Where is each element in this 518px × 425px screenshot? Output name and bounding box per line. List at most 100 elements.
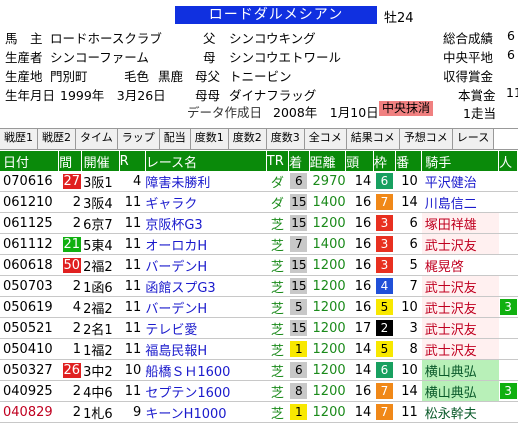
cell-distance: 1200 bbox=[309, 212, 346, 234]
tab-all-comments[interactable]: 全コメ bbox=[304, 129, 347, 149]
cell-number: 6 bbox=[395, 212, 422, 234]
tab-race[interactable]: レース bbox=[452, 129, 495, 149]
cell-field-size: 14 bbox=[345, 171, 374, 192]
bracket-badge: 7 bbox=[375, 194, 393, 210]
col-track[interactable]: TR bbox=[266, 151, 290, 171]
cell-race-name: 京阪杯G3 bbox=[145, 212, 267, 234]
cell-race-name: 福島民報H bbox=[145, 338, 267, 360]
cell-popularity: 3 bbox=[498, 380, 518, 402]
table-row[interactable]: 061125 2 6京7 11 京阪杯G3 芝 15 1200 16 3 6 塚田祥雄 bbox=[0, 212, 518, 234]
table-row[interactable]: 061112 21 5東4 11 オーロカH 芝 7 1400 16 3 6 武士沢友 bbox=[0, 233, 518, 255]
cell-jockey: 松永幹夫 bbox=[421, 401, 499, 423]
col-bracket[interactable]: 枠 bbox=[373, 151, 397, 171]
bracket-badge: 7 bbox=[375, 404, 393, 420]
cell-popularity bbox=[498, 317, 518, 339]
table-row[interactable]: 060618 50 2福2 11 バーデンH 芝 15 1200 16 3 5 梶晃啓 bbox=[0, 254, 518, 276]
cell-meeting: 1福2 bbox=[81, 338, 120, 360]
interval-value: 2 bbox=[72, 278, 82, 294]
cell-meeting: 2福2 bbox=[81, 296, 120, 318]
cell-finish: 8 bbox=[288, 380, 310, 402]
cell-race-name: ギャラク bbox=[145, 191, 267, 213]
table-row[interactable]: 050410 1 1福2 11 福島民報H 芝 1 1200 14 5 8 武士沢友 bbox=[0, 338, 518, 360]
tab-stats2[interactable]: 度数2 bbox=[228, 129, 267, 149]
col-meeting[interactable]: 開催 bbox=[81, 151, 120, 171]
race-history-table: 日付 間 開催 R レース名 TR 着 距離 頭 枠 番 騎手 人 070616… bbox=[0, 151, 518, 423]
cell-distance: 1200 bbox=[309, 254, 346, 276]
tab-history1[interactable]: 戦歴1 bbox=[0, 129, 38, 149]
cell-date: 060618 bbox=[0, 254, 59, 276]
stat-total-label: 総合成績 bbox=[443, 31, 494, 46]
cell-interval: 26 bbox=[58, 359, 82, 381]
col-race-name[interactable]: レース名 bbox=[145, 151, 267, 171]
table-row[interactable]: 050521 2 2名1 11 テレビ愛芝 15 1200 17 2 3 武士沢友 bbox=[0, 317, 518, 339]
tab-history2[interactable]: 戦歴2 bbox=[38, 129, 76, 149]
cell-jockey: 武士沢友 bbox=[421, 338, 499, 360]
cell-track: 芝 bbox=[266, 317, 289, 339]
bracket-badge: 3 bbox=[375, 257, 393, 273]
table-row[interactable]: 040925 2 4中6 11 セプテン1600 芝 8 1200 16 7 14 横山典弘 3 bbox=[0, 380, 518, 402]
coat-value: 黒鹿 bbox=[158, 69, 184, 84]
finish-value: 6 bbox=[290, 362, 308, 378]
finish-value: 7 bbox=[290, 236, 308, 252]
cell-interval: 27 bbox=[58, 171, 82, 192]
table-row[interactable]: 050327 26 3中2 10 船橋ＳＨ1600 芝 6 1200 14 6 10 横山典弘 bbox=[0, 359, 518, 381]
tab-stats1[interactable]: 度数1 bbox=[190, 129, 229, 149]
cell-bracket: 3 bbox=[373, 212, 396, 234]
table-row[interactable]: 050619 4 2福2 11 バーデンH 芝 5 1200 16 5 10 武士沢友 3 bbox=[0, 296, 518, 318]
table-row[interactable]: 070616 27 3阪1 4 障害未勝利ダ 6 2970 14 6 10 平沢健治 bbox=[0, 171, 518, 192]
cell-date: 070616 bbox=[0, 171, 59, 192]
table-row[interactable]: 061210 2 3阪4 11 ギャラクダ 15 1400 16 7 14 川島信二 bbox=[0, 191, 518, 213]
interval-value: 1 bbox=[72, 341, 82, 357]
cell-popularity bbox=[498, 212, 518, 234]
cell-field-size: 14 bbox=[345, 401, 374, 423]
cell-date: 061112 bbox=[0, 233, 59, 255]
col-popularity[interactable]: 人 bbox=[498, 151, 518, 171]
damsire-value: トニービン bbox=[229, 69, 292, 84]
cell-bracket: 3 bbox=[373, 233, 396, 255]
cell-finish: 1 bbox=[288, 338, 310, 360]
cell-interval: 2 bbox=[58, 317, 82, 339]
cell-distance: 1200 bbox=[309, 296, 346, 318]
cell-number: 10 bbox=[395, 171, 422, 192]
tab-payout[interactable]: 配当 bbox=[159, 129, 191, 149]
cell-race-no: 11 bbox=[119, 191, 146, 213]
cell-track: ダ bbox=[266, 191, 289, 213]
col-field-size[interactable]: 頭 bbox=[345, 151, 374, 171]
cell-popularity bbox=[498, 275, 518, 297]
cell-bracket: 7 bbox=[373, 380, 396, 402]
cell-date: 061210 bbox=[0, 191, 59, 213]
tab-lap[interactable]: ラップ bbox=[117, 129, 160, 149]
col-jockey[interactable]: 騎手 bbox=[421, 151, 500, 171]
cell-number: 10 bbox=[395, 296, 422, 318]
cell-jockey: 塚田祥雄 bbox=[421, 212, 499, 234]
bracket-badge: 5 bbox=[375, 299, 393, 315]
tab-prediction-comments[interactable]: 予想コメ bbox=[399, 129, 453, 149]
col-distance[interactable]: 距離 bbox=[309, 151, 347, 171]
data-created-label: データ作成日 bbox=[187, 105, 263, 120]
coat-label: 毛色 bbox=[124, 69, 150, 84]
cell-bracket: 2 bbox=[373, 317, 396, 339]
col-interval[interactable]: 間 bbox=[58, 151, 82, 171]
col-race-no[interactable]: R bbox=[119, 151, 146, 171]
cell-meeting: 5東4 bbox=[81, 233, 120, 255]
finish-value: 1 bbox=[290, 404, 308, 420]
bracket-badge: 5 bbox=[375, 341, 393, 357]
table-row[interactable]: 050703 2 1函6 11 函館スプG3 芝 15 1200 16 4 7 武士沢友 bbox=[0, 275, 518, 297]
cell-interval: 2 bbox=[58, 401, 82, 423]
col-finish[interactable]: 着 bbox=[288, 151, 310, 171]
cell-race-no: 10 bbox=[119, 359, 146, 381]
cell-popularity bbox=[498, 254, 518, 276]
table-row[interactable]: 040829 2 1札6 9 キーンH1000 芝 1 1200 14 7 11 松永幹夫 bbox=[0, 401, 518, 423]
cell-track: 芝 bbox=[266, 380, 289, 402]
tab-time[interactable]: タイム bbox=[76, 129, 118, 149]
finish-value: 6 bbox=[290, 173, 308, 189]
cell-race-name: セプテン1600 bbox=[145, 380, 267, 402]
popularity-value: 3 bbox=[499, 299, 517, 315]
cell-field-size: 14 bbox=[345, 338, 374, 360]
bracket-badge: 6 bbox=[375, 362, 393, 378]
col-number[interactable]: 番 bbox=[395, 151, 423, 171]
cell-popularity bbox=[498, 191, 518, 213]
col-date[interactable]: 日付 bbox=[0, 151, 60, 171]
tab-result-comments[interactable]: 結果コメ bbox=[346, 129, 400, 149]
tab-stats3[interactable]: 度数3 bbox=[266, 129, 305, 149]
